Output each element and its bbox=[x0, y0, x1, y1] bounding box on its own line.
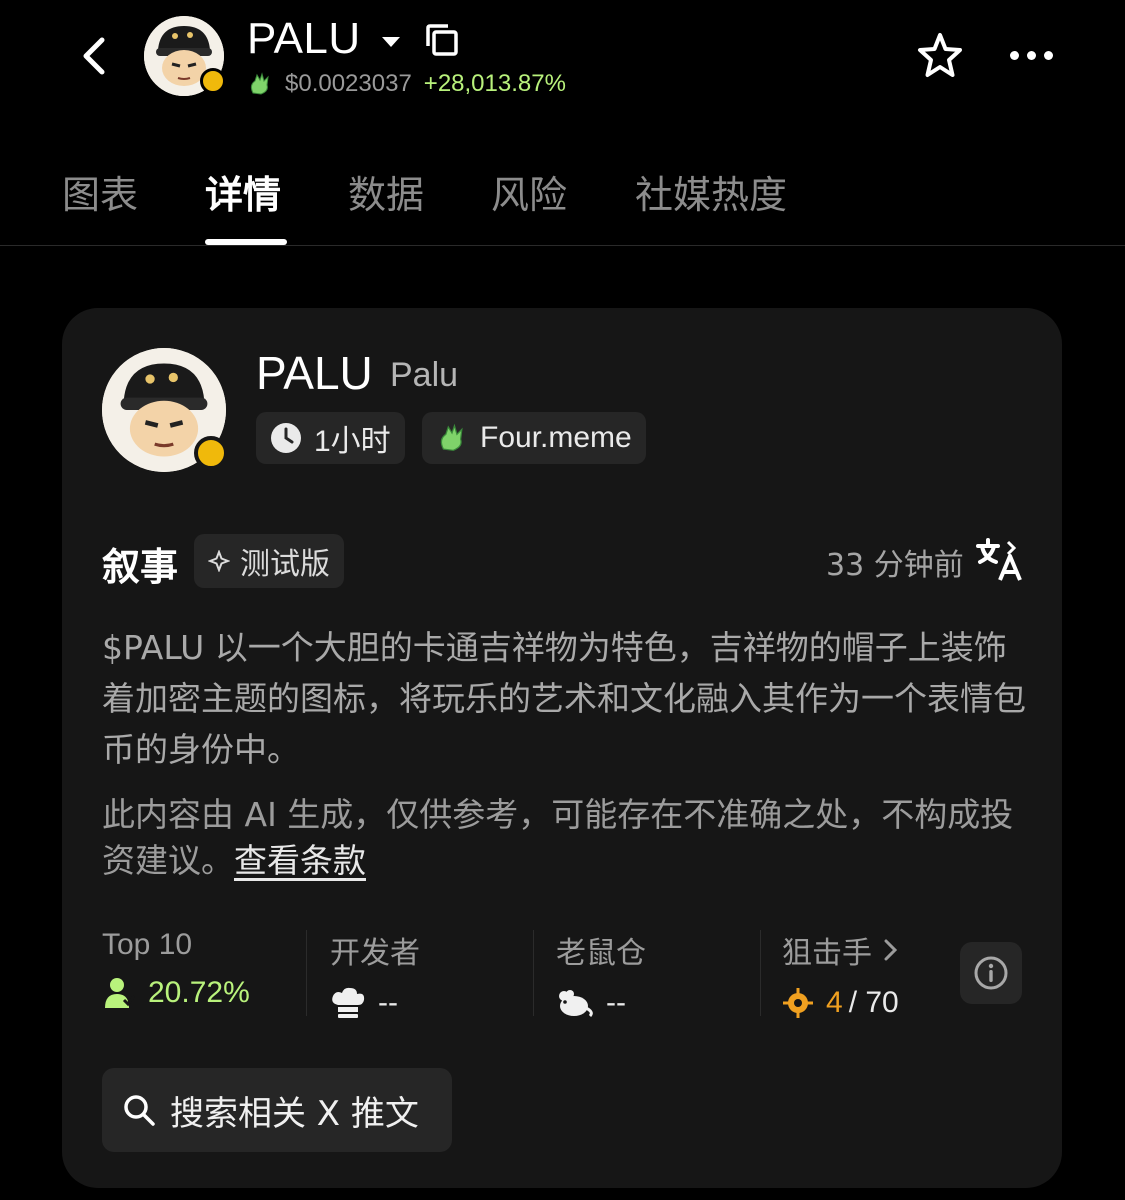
search-icon bbox=[124, 1095, 155, 1126]
stat-divider bbox=[306, 930, 307, 1016]
price-row: $0.0023037 +28,013.87% bbox=[247, 70, 566, 98]
stat-rat-label: 老鼠仓 bbox=[556, 937, 646, 970]
token-price: $0.0023037 bbox=[285, 70, 412, 97]
ai-disclaimer: 此内容由 AI 生成，仅供参考，可能存在不准确之处，不构成投资建议。查看条款 bbox=[102, 792, 1032, 884]
bnb-chain-icon bbox=[194, 436, 228, 470]
star-icon[interactable] bbox=[914, 30, 966, 82]
stat-top10: Top 10 20.72% bbox=[102, 928, 250, 1020]
rat-icon bbox=[559, 990, 593, 1018]
info-icon bbox=[974, 956, 1008, 990]
tab-bar: 图表 详情 数据 风险 社媒热度 bbox=[0, 150, 1125, 246]
clock-icon bbox=[271, 423, 301, 453]
stat-top10-value: 20.72% bbox=[148, 976, 250, 1009]
terms-link[interactable]: 查看条款 bbox=[234, 841, 366, 880]
sparkle-icon bbox=[208, 550, 230, 572]
tab-details[interactable]: 详情 bbox=[205, 164, 281, 219]
age-label: 1小时 bbox=[314, 425, 391, 458]
narrative-title: 叙事 bbox=[102, 545, 179, 589]
platform-label: Four.meme bbox=[480, 421, 632, 454]
token-header: PALU $0.0023037 +28,013.87% bbox=[0, 0, 1125, 120]
stat-insider: 老鼠仓 -- bbox=[556, 928, 646, 1020]
token-title: PALU bbox=[247, 14, 361, 63]
token-name: Palu bbox=[390, 356, 459, 394]
active-tab-indicator bbox=[205, 239, 287, 245]
chevron-right-icon bbox=[884, 939, 898, 961]
token-avatar-large bbox=[102, 348, 228, 472]
platform-chip[interactable]: Four.meme bbox=[422, 412, 646, 464]
bnb-chain-icon bbox=[200, 68, 226, 94]
four-meme-icon bbox=[250, 72, 269, 95]
more-icon[interactable] bbox=[1010, 42, 1056, 68]
token-symbol: PALU bbox=[256, 347, 373, 399]
age-chip: 1小时 bbox=[256, 412, 405, 464]
search-label: 搜索相关 X 推文 bbox=[170, 1093, 419, 1134]
stat-top10-label: Top 10 bbox=[102, 928, 193, 961]
copy-icon[interactable] bbox=[424, 22, 460, 58]
back-icon[interactable] bbox=[72, 34, 116, 78]
tab-social[interactable]: 社媒热度 bbox=[635, 164, 787, 219]
tab-data[interactable]: 数据 bbox=[348, 164, 424, 219]
four-meme-icon bbox=[440, 423, 463, 451]
stat-divider bbox=[760, 930, 761, 1016]
chef-hat-icon bbox=[332, 987, 365, 1018]
stat-dev-value: -- bbox=[378, 986, 398, 1019]
price-change: +28,013.87% bbox=[423, 70, 566, 97]
info-button[interactable] bbox=[960, 942, 1022, 1004]
details-card: PALU Palu 1小时 Four.meme 叙事 测试版 33 分钟前 $P… bbox=[62, 308, 1062, 1188]
stat-rat-value: -- bbox=[606, 986, 626, 1019]
updated-time: 33 分钟前 bbox=[826, 548, 964, 583]
tab-risk[interactable]: 风险 bbox=[491, 164, 567, 219]
stat-sniper-label: 狙击手 bbox=[782, 937, 872, 970]
chevron-down-icon[interactable] bbox=[380, 34, 402, 50]
tab-chart[interactable]: 图表 bbox=[62, 164, 138, 219]
stat-developer: 开发者 -- bbox=[330, 928, 420, 1020]
search-x-posts-button[interactable]: 搜索相关 X 推文 bbox=[102, 1068, 452, 1152]
stat-sniper-count: 4 bbox=[826, 986, 843, 1019]
narrative-text: $PALU 以一个大胆的卡通吉祥物为特色，吉祥物的帽子上装饰着加密主题的图标，将… bbox=[102, 628, 1026, 769]
holders-icon bbox=[105, 978, 136, 1008]
beta-badge: 测试版 bbox=[194, 534, 344, 588]
stat-sniper-total: / 70 bbox=[848, 986, 899, 1019]
stat-divider bbox=[533, 930, 534, 1016]
token-avatar bbox=[144, 16, 226, 96]
stat-dev-label: 开发者 bbox=[330, 937, 420, 970]
beta-label: 测试版 bbox=[240, 547, 330, 582]
translate-icon[interactable] bbox=[974, 536, 1022, 584]
stat-sniper[interactable]: 狙击手 4 / 70 bbox=[782, 928, 900, 1020]
crosshair-icon bbox=[783, 988, 813, 1018]
